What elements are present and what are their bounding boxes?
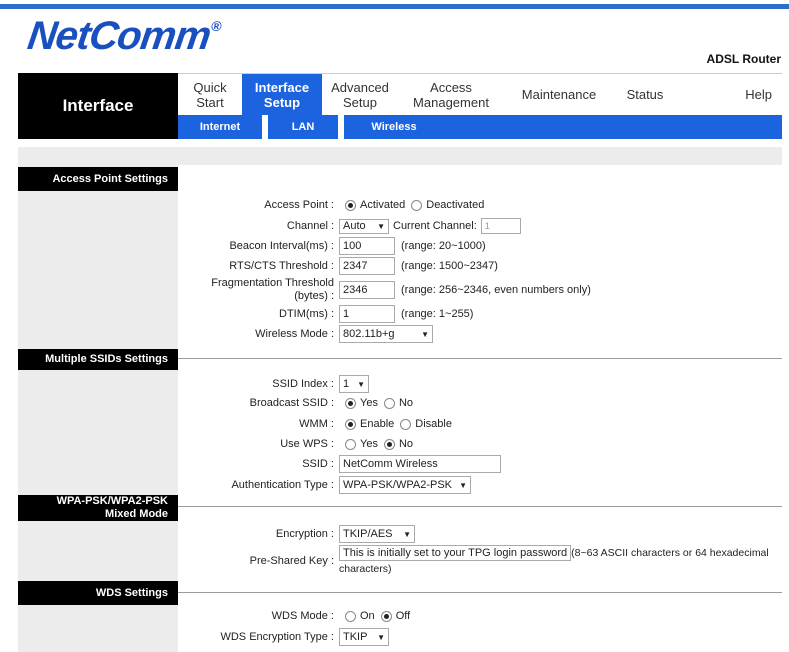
auth-type-label: Authentication Type : bbox=[231, 479, 334, 491]
yes-label: Yes bbox=[360, 438, 378, 450]
ssid-index-select[interactable]: 1 ▼ bbox=[339, 375, 369, 393]
subnav-internet[interactable]: Internet bbox=[178, 121, 262, 133]
wds-mode-label: WDS Mode : bbox=[271, 610, 334, 622]
access-point-label: Access Point : bbox=[264, 199, 334, 211]
top-accent-bar bbox=[0, 4, 789, 9]
beacon-range: (range: 20~1000) bbox=[401, 240, 486, 252]
wps-yes-radio[interactable] bbox=[345, 438, 356, 450]
section-divider bbox=[178, 506, 782, 507]
row-dtim: DTIM(ms) : 1 (range: 1~255) bbox=[178, 305, 473, 323]
row-ssid-index: SSID Index : 1 ▼ bbox=[178, 375, 369, 393]
ssid-label: SSID : bbox=[302, 458, 334, 470]
wds-off-radio[interactable] bbox=[380, 610, 392, 622]
section-wds: WDS Settings bbox=[18, 581, 178, 605]
wireless-mode-select[interactable]: 802.11b+g ▼ bbox=[339, 325, 433, 343]
rts-input[interactable]: 2347 bbox=[339, 257, 395, 275]
row-pre-shared-key: Pre-Shared Key : This is initially set t… bbox=[178, 545, 782, 577]
ssid-input[interactable]: NetComm Wireless bbox=[339, 455, 501, 473]
product-name: ADSL Router bbox=[706, 52, 781, 66]
dtim-range: (range: 1~255) bbox=[401, 308, 474, 320]
row-rts-threshold: RTS/CTS Threshold : 2347 (range: 1500~23… bbox=[178, 257, 498, 275]
wds-on-radio[interactable] bbox=[345, 610, 356, 622]
row-wds-mode: WDS Mode : On Off bbox=[178, 610, 411, 622]
nav-maintenance[interactable]: Maintenance bbox=[504, 74, 614, 116]
dtim-label: DTIM(ms) : bbox=[279, 308, 334, 320]
use-wps-label: Use WPS : bbox=[280, 438, 334, 450]
auth-type-select[interactable]: WPA-PSK/WPA2-PSK ▼ bbox=[339, 476, 471, 494]
psk-label: Pre-Shared Key : bbox=[249, 555, 334, 567]
channel-select[interactable]: Auto ▼ bbox=[339, 218, 389, 234]
subnav-wireless[interactable]: Wireless bbox=[344, 121, 444, 133]
wds-encryption-label: WDS Encryption Type : bbox=[220, 631, 334, 643]
beacon-interval-input[interactable]: 100 bbox=[339, 237, 395, 255]
access-point-activated-radio[interactable] bbox=[345, 199, 356, 211]
section-divider bbox=[178, 358, 782, 359]
sub-nav: Internet LAN Wireless bbox=[178, 115, 782, 139]
yes-label: Yes bbox=[360, 397, 378, 409]
nav-interface-setup[interactable]: Interface Setup bbox=[242, 73, 322, 116]
nav-help[interactable]: Help bbox=[676, 74, 782, 116]
rts-label: RTS/CTS Threshold : bbox=[229, 260, 334, 272]
no-label: No bbox=[398, 438, 414, 450]
wps-no-radio[interactable] bbox=[383, 438, 395, 450]
row-ssid: SSID : NetComm Wireless bbox=[178, 455, 501, 473]
row-channel: Channel : Auto ▼ Current Channel: 1 bbox=[178, 218, 521, 234]
ssid-index-label: SSID Index : bbox=[272, 378, 334, 390]
section-wpa-mixed: WPA-PSK/WPA2-PSK Mixed Mode bbox=[18, 495, 178, 521]
broadcast-no-radio[interactable] bbox=[383, 397, 395, 409]
content-top-band bbox=[18, 147, 782, 165]
frag-input[interactable]: 2346 bbox=[339, 281, 395, 299]
encryption-label: Encryption : bbox=[275, 528, 334, 540]
main-nav: Quick Start Interface Setup Advanced Set… bbox=[178, 73, 782, 116]
nav-access-management[interactable]: Access Management bbox=[398, 74, 504, 116]
access-point-deactivated-radio[interactable] bbox=[411, 199, 423, 211]
section-access-point: Access Point Settings bbox=[18, 167, 178, 191]
row-wmm: WMM : Enable Disable bbox=[178, 418, 452, 430]
frag-label: Fragmentation Threshold (bytes) : bbox=[211, 277, 334, 302]
activated-label: Activated bbox=[360, 199, 406, 211]
nav-advanced-setup[interactable]: Advanced Setup bbox=[322, 74, 398, 116]
section-multiple-ssids: Multiple SSIDs Settings bbox=[18, 349, 178, 370]
wmm-label: WMM : bbox=[299, 418, 334, 430]
section-divider bbox=[178, 592, 782, 593]
page-section-title: Interface bbox=[18, 73, 178, 139]
no-label: No bbox=[398, 397, 414, 409]
current-channel-label: Current Channel: bbox=[393, 220, 477, 232]
row-wds-encryption: WDS Encryption Type : TKIP ▼ bbox=[178, 628, 389, 646]
broadcast-yes-radio[interactable] bbox=[345, 397, 356, 409]
netcomm-logo: NetComm® bbox=[24, 14, 222, 58]
encryption-select[interactable]: TKIP/AES ▼ bbox=[339, 525, 415, 543]
row-beacon-interval: Beacon Interval(ms) : 100 (range: 20~100… bbox=[178, 237, 486, 255]
row-use-wps: Use WPS : Yes No bbox=[178, 438, 413, 450]
on-label: On bbox=[360, 610, 375, 622]
wmm-enable-radio[interactable] bbox=[345, 418, 356, 430]
enable-label: Enable bbox=[360, 418, 395, 430]
broadcast-ssid-label: Broadcast SSID : bbox=[249, 397, 334, 409]
subnav-lan[interactable]: LAN bbox=[268, 121, 338, 133]
off-label: Off bbox=[395, 610, 411, 622]
channel-label: Channel : bbox=[286, 220, 334, 232]
wmm-disable-radio[interactable] bbox=[400, 418, 412, 430]
psk-input[interactable]: This is initially set to your TPG login … bbox=[339, 545, 572, 561]
wds-encryption-select[interactable]: TKIP ▼ bbox=[339, 628, 389, 646]
row-broadcast-ssid: Broadcast SSID : Yes No bbox=[178, 397, 413, 409]
row-encryption: Encryption : TKIP/AES ▼ bbox=[178, 525, 415, 543]
current-channel-field: 1 bbox=[480, 218, 521, 234]
row-fragmentation: Fragmentation Threshold (bytes) : 2346 (… bbox=[178, 277, 591, 303]
nav-quick-start[interactable]: Quick Start bbox=[178, 74, 242, 116]
rts-range: (range: 1500~2347) bbox=[401, 260, 498, 272]
nav-status[interactable]: Status bbox=[614, 74, 676, 116]
row-auth-type: Authentication Type : WPA-PSK/WPA2-PSK ▼ bbox=[178, 476, 471, 494]
row-access-point: Access Point : Activated Deactivated bbox=[178, 199, 484, 211]
dtim-input[interactable]: 1 bbox=[339, 305, 395, 323]
psk-block: This is initially set to your TPG login … bbox=[336, 545, 782, 577]
left-column bbox=[18, 165, 178, 652]
frag-range: (range: 256~2346, even numbers only) bbox=[401, 284, 591, 296]
disable-label: Disable bbox=[415, 418, 452, 430]
beacon-interval-label: Beacon Interval(ms) : bbox=[229, 240, 334, 252]
wireless-mode-label: Wireless Mode : bbox=[255, 328, 334, 340]
deactivated-label: Deactivated bbox=[426, 199, 485, 211]
row-wireless-mode: Wireless Mode : 802.11b+g ▼ bbox=[178, 325, 433, 343]
